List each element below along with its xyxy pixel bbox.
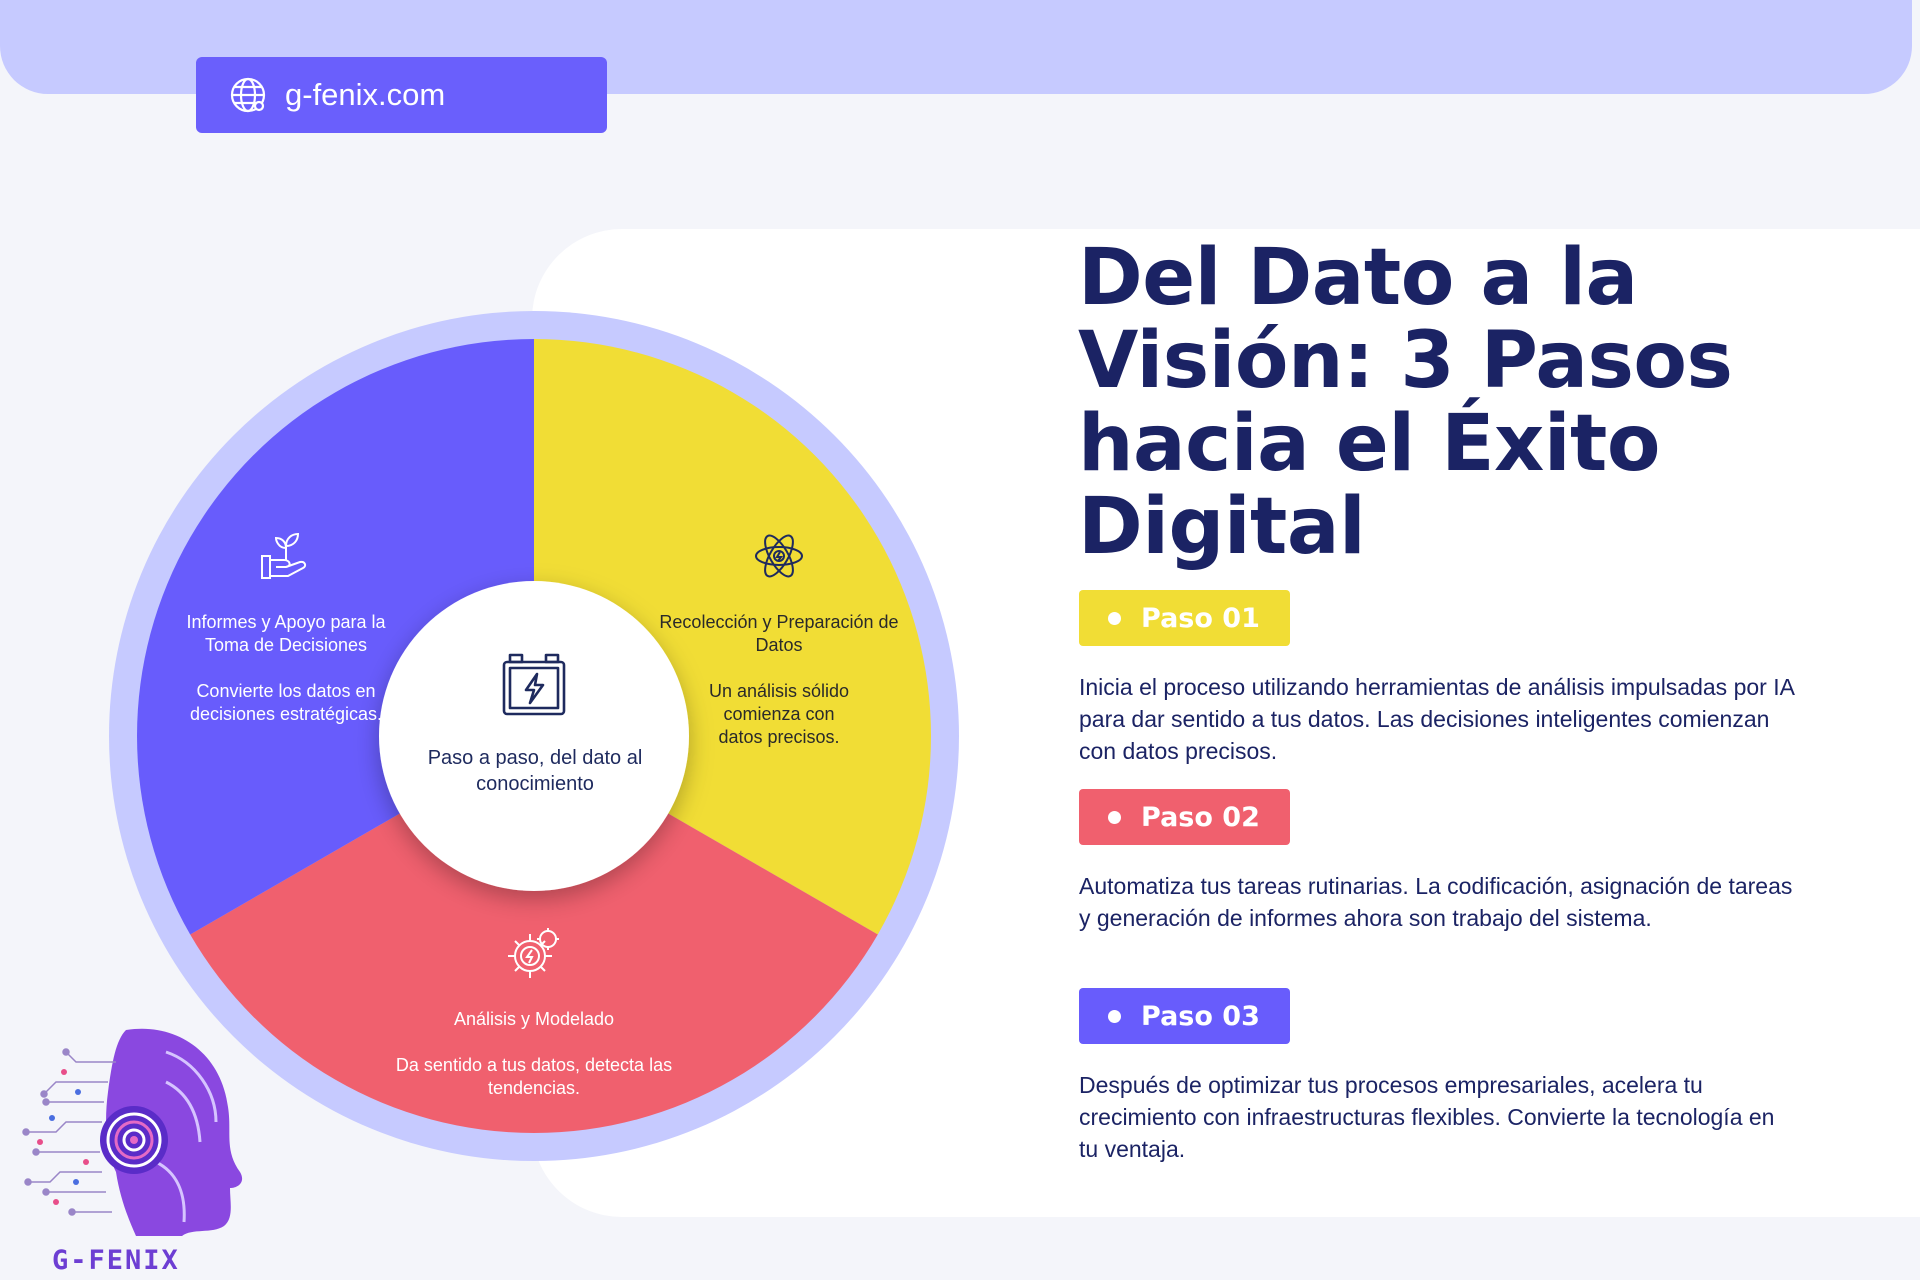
step-badge-label: Paso 02: [1141, 801, 1260, 833]
step-description-01: Inicia el proceso utilizando herramienta…: [1079, 674, 1794, 764]
bullet-dot: [1108, 1009, 1121, 1023]
wheel-center-circle: [379, 581, 689, 891]
step-description-03: Después de optimizar tus procesos empres…: [1079, 1072, 1775, 1162]
step-badge-01: Paso 01: [1079, 590, 1290, 646]
segment-description: Un análisis sólido comienza con datos pr…: [708, 681, 850, 747]
segment-reports: Informes y Apoyo para la Toma de Decisio…: [183, 611, 389, 726]
segment-description: Convierte los datos en decisiones estrat…: [189, 681, 383, 724]
bullet-dot: [1108, 611, 1121, 625]
wheel-center-label: Paso a paso, del dato al conocimiento: [427, 747, 643, 795]
segment-title: Informes y Apoyo para la Toma de Decisio…: [186, 612, 386, 655]
step-badge-label: Paso 03: [1141, 1000, 1260, 1032]
segment-title: Recolección y Preparación de Datos: [659, 612, 899, 655]
brand-logo-text: G-FENIX: [52, 1245, 180, 1276]
step-badge-label: Paso 01: [1141, 602, 1260, 634]
step-badge-03: Paso 03: [1079, 988, 1290, 1044]
step-badge-02: Paso 02: [1079, 789, 1290, 845]
ai-head-icon: [22, 1028, 243, 1236]
segment-description: Da sentido a tus datos, detecta las tend…: [395, 1055, 673, 1098]
segment-title: Análisis y Modelado: [453, 1009, 615, 1029]
step-description-02: Automatiza tus tareas rutinarias. La cod…: [1079, 873, 1793, 931]
page-title: Del Dato a la Visión: 3 Pasos hacia el É…: [1078, 233, 1733, 572]
segment-analysis: Análisis y Modelado Da sentido a tus dat…: [374, 1008, 694, 1100]
bullet-dot: [1108, 810, 1121, 824]
segment-collection: Recolección y Preparación de Datos Un an…: [652, 611, 906, 749]
